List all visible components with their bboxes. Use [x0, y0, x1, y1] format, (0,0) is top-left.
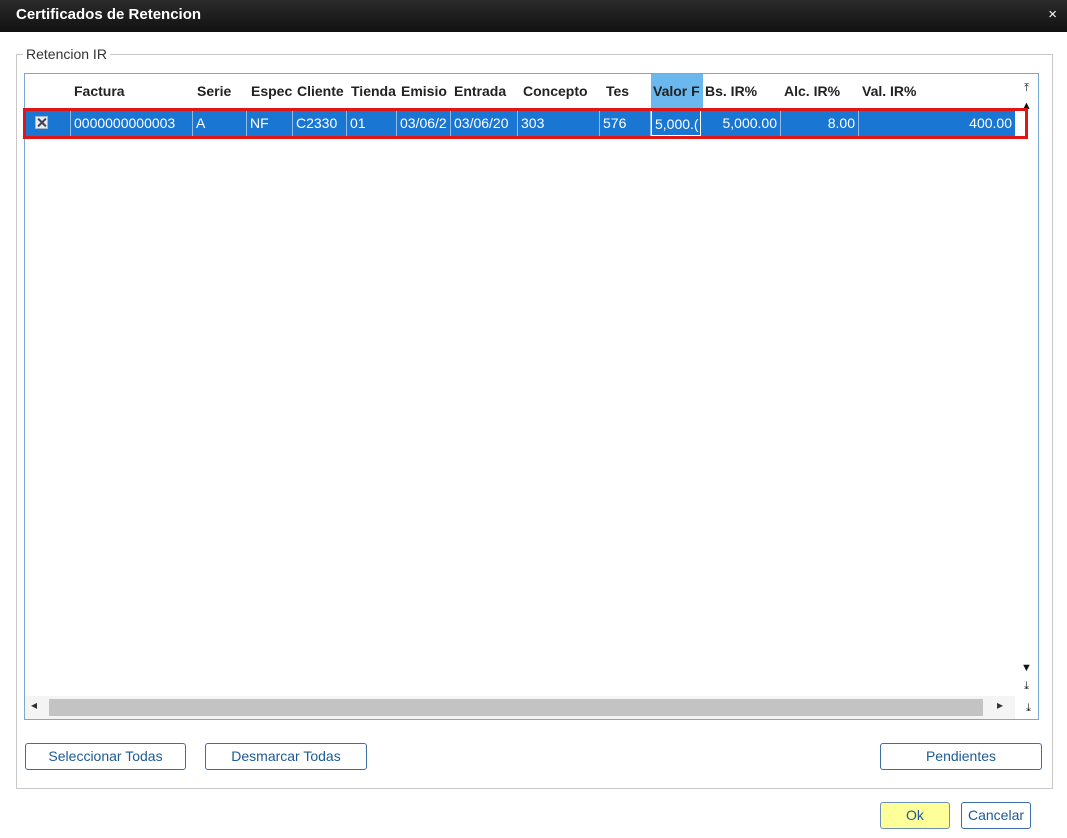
cell-emision[interactable]: 03/06/2 [397, 110, 451, 136]
select-all-button[interactable]: Seleccionar Todas [25, 743, 186, 770]
cell-tienda[interactable]: 01 [347, 110, 397, 136]
cell-serie[interactable]: A [193, 110, 247, 136]
column-header-emision[interactable]: Emisio [399, 74, 451, 108]
scroll-top-icon[interactable]: ⤒ [1018, 80, 1035, 97]
cell-entrada[interactable]: 03/06/20 [451, 110, 518, 136]
unselect-all-button[interactable]: Desmarcar Todas [205, 743, 367, 770]
cell-bs-ir[interactable]: 5,000.00 [701, 110, 781, 136]
cell-espec[interactable]: NF [247, 110, 293, 136]
table-row[interactable]: 0000000000003 A NF C2330 01 03/06/2 03/0… [25, 110, 1015, 136]
scroll-right-icon[interactable]: ▸ [997, 698, 1003, 712]
dialog-titlebar: Certificados de Retencion × [0, 0, 1067, 32]
column-header-tienda[interactable]: Tienda [349, 74, 399, 108]
dialog-title: Certificados de Retencion [16, 6, 202, 23]
column-header-serie[interactable]: Serie [195, 74, 245, 108]
checked-checkbox-icon[interactable] [35, 116, 48, 129]
group-label: Retencion IR [23, 46, 110, 62]
horizontal-scroll-thumb[interactable] [49, 699, 983, 716]
horizontal-scrollbar[interactable]: ◂ ▸ [25, 696, 1015, 719]
vertical-scrollbar[interactable]: ⤒ ▲ ▼ ⤓ [1015, 74, 1038, 696]
page-down-icon[interactable]: ⤓ [1018, 678, 1035, 695]
column-header-val-ir[interactable]: Val. IR% [859, 74, 1009, 108]
cell-factura[interactable]: 0000000000003 [71, 110, 193, 136]
cell-cliente[interactable]: C2330 [293, 110, 347, 136]
cancel-button[interactable]: Cancelar [961, 802, 1031, 829]
column-header-entrada[interactable]: Entrada [452, 74, 518, 108]
cell-valor-f-editor[interactable]: 5,000.( [651, 110, 701, 136]
column-header-valor-f[interactable]: Valor F [651, 74, 703, 108]
row-select-cell[interactable] [25, 110, 71, 136]
scroll-bottom-icon[interactable]: ⤓ [1020, 700, 1037, 717]
ok-button[interactable]: Ok [880, 802, 950, 829]
column-header-tes[interactable]: Tes [603, 74, 651, 108]
pending-button[interactable]: Pendientes [880, 743, 1042, 770]
page-up-icon[interactable]: ▲ [1018, 98, 1035, 115]
scroll-left-icon[interactable]: ◂ [31, 698, 37, 712]
column-header-cliente[interactable]: Cliente [295, 74, 347, 108]
cell-concepto[interactable]: 303 [518, 110, 600, 136]
column-header-espec[interactable]: Espec [249, 74, 293, 108]
column-header-factura[interactable]: Factura [71, 74, 191, 108]
column-header-alc-ir[interactable]: Alc. IR% [781, 74, 859, 108]
column-header-concepto[interactable]: Concepto [520, 74, 600, 108]
cell-val-ir[interactable]: 400.00 [859, 110, 1015, 136]
column-header-bs-ir[interactable]: Bs. IR% [703, 74, 781, 108]
cell-tes[interactable]: 576 [600, 110, 651, 136]
close-icon[interactable]: × [1048, 6, 1057, 23]
scroll-down-icon[interactable]: ▼ [1018, 660, 1035, 677]
retention-table: Factura Serie Espec Cliente Tienda Emisi… [24, 73, 1039, 720]
cell-alc-ir[interactable]: 8.00 [781, 110, 859, 136]
